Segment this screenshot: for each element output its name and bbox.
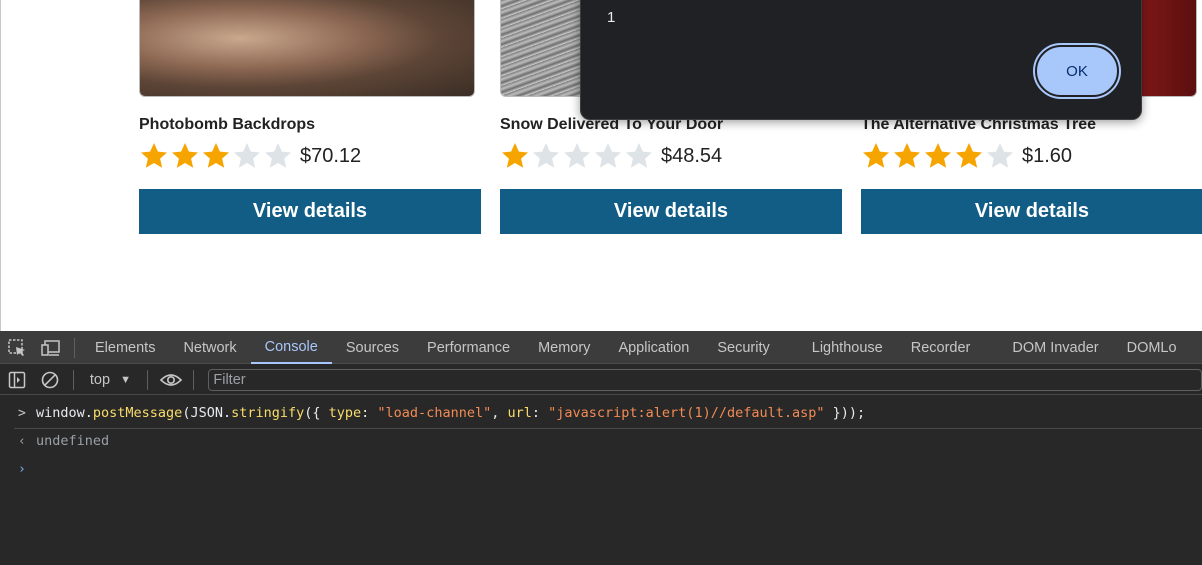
tab-network[interactable]: Network [169, 332, 250, 364]
tab-application[interactable]: Application [604, 332, 703, 364]
context-label: top [89, 371, 111, 388]
star-rating [139, 141, 294, 171]
web-page: Photobomb Backdrops $70.12 View details … [0, 0, 1202, 331]
input-chevron-icon: > [18, 405, 26, 421]
star-empty-icon [533, 143, 559, 168]
console-result: undefined [36, 433, 110, 449]
tab-dom-invader[interactable]: DOM Invader [998, 332, 1112, 364]
product-price: $70.12 [300, 144, 362, 167]
sidebar-toggle-icon[interactable] [0, 365, 33, 395]
tab-security[interactable]: Security [703, 332, 783, 364]
code-token: "javascript:alert(1)//default.asp" [548, 405, 825, 421]
star-empty-icon [626, 143, 652, 168]
console-command[interactable]: window.postMessage(JSON.stringify({ type… [36, 405, 865, 421]
alert-message: 1 [607, 9, 616, 26]
alert-ok-button[interactable]: OK [1033, 43, 1121, 99]
toolbar-divider [193, 369, 195, 390]
toolbar-divider [72, 369, 74, 390]
devtools-tabbar: Elements Network Console Sources Perform… [0, 332, 1202, 364]
star-filled-icon [863, 143, 889, 168]
code-token: "load-channel" [377, 405, 492, 421]
tab-memory[interactable]: Memory [524, 332, 604, 364]
product-rating: $48.54 [500, 140, 722, 172]
product-rating: $1.60 [861, 140, 1072, 172]
view-details-button[interactable]: View details [861, 189, 1202, 234]
code-token: url [507, 405, 532, 421]
view-details-button[interactable]: View details [500, 189, 842, 234]
alert-dialog: 1 OK [580, 0, 1142, 120]
console-input-line: > window.postMessage(JSON.stringify({ ty… [0, 399, 1202, 427]
code-token: : [361, 405, 378, 421]
console-filter-input[interactable] [208, 368, 1202, 391]
code-token: postMessage [92, 405, 183, 421]
product-price: $1.60 [1022, 144, 1073, 167]
product-price: $48.54 [661, 144, 723, 167]
tab-sources[interactable]: Sources [332, 332, 413, 364]
star-empty-icon [564, 143, 590, 168]
code-token: : [531, 405, 549, 421]
star-empty-icon [265, 143, 291, 168]
star-filled-icon [502, 143, 528, 168]
browser-viewport: Photobomb Backdrops $70.12 View details … [0, 0, 1202, 565]
star-empty-icon [987, 143, 1013, 168]
code-token: ({ [304, 405, 329, 421]
execution-context-select[interactable]: top ▼ [80, 365, 141, 395]
product-rating: $70.12 [139, 140, 361, 172]
code-token: })); [824, 405, 866, 421]
code-token: type [328, 405, 362, 421]
tab-lighthouse[interactable]: Lighthouse [798, 332, 897, 364]
star-filled-icon [925, 143, 951, 168]
star-rating [861, 141, 1016, 171]
star-filled-icon [894, 143, 920, 168]
toolbar-divider [146, 369, 148, 390]
console-prompt-line[interactable]: › [0, 455, 1202, 483]
live-expression-eye-icon[interactable] [154, 365, 187, 395]
code-token: stringify [231, 405, 305, 421]
code-token: (JSON. [182, 405, 232, 421]
view-details-button[interactable]: View details [139, 189, 481, 234]
star-filled-icon [172, 143, 198, 168]
tab-domlogger[interactable]: DOMLo [1113, 332, 1191, 364]
console-output: > window.postMessage(JSON.stringify({ ty… [0, 396, 1202, 565]
devtools-panel: Elements Network Console Sources Perform… [0, 331, 1202, 565]
tab-performance[interactable]: Performance [413, 332, 524, 364]
result-arrow-icon: ‹ [18, 433, 26, 449]
console-result-line: ‹ undefined [0, 427, 1202, 455]
tab-console[interactable]: Console [250, 332, 332, 364]
dropdown-caret-icon: ▼ [120, 373, 131, 386]
star-empty-icon [595, 143, 621, 168]
product-name: Photobomb Backdrops [139, 116, 316, 133]
toolbar-divider [74, 337, 75, 358]
star-rating [500, 141, 655, 171]
console-toolbar: top ▼ [0, 365, 1202, 395]
star-filled-icon [956, 143, 982, 168]
inspect-element-icon[interactable] [0, 332, 34, 364]
product-image[interactable] [139, 0, 475, 97]
code-token: window. [36, 405, 93, 421]
star-empty-icon [234, 143, 260, 168]
device-toolbar-icon[interactable] [34, 332, 68, 364]
prompt-chevron-icon: › [18, 461, 26, 477]
star-filled-icon [203, 143, 229, 168]
tab-elements[interactable]: Elements [81, 332, 169, 364]
star-filled-icon [141, 143, 167, 168]
tab-recorder[interactable]: Recorder [897, 332, 985, 364]
clear-console-icon[interactable] [33, 365, 66, 395]
code-token: , [491, 405, 508, 421]
